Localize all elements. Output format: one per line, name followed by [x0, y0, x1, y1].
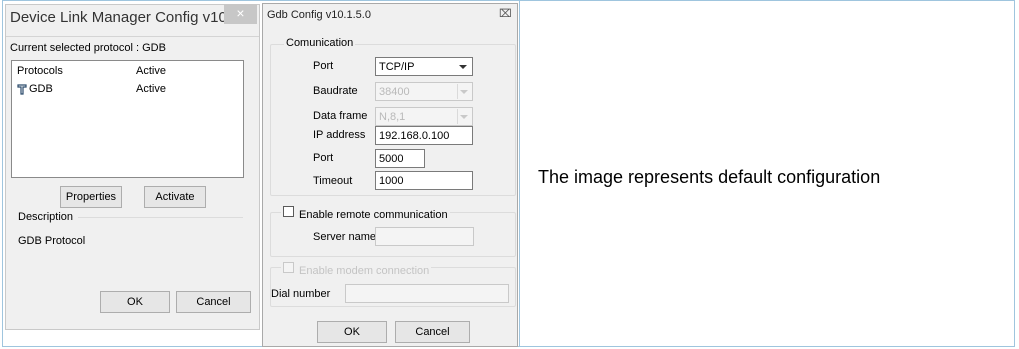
baudrate-select-value: 38400: [379, 86, 410, 98]
port-number-input[interactable]: 5000: [375, 149, 425, 168]
data-frame-select[interactable]: N,8,1: [375, 107, 473, 126]
timeout-label: Timeout: [313, 175, 353, 187]
chevron-down-icon: [460, 115, 468, 119]
dlm-title: Device Link Manager Config v10....: [10, 9, 244, 26]
gdb-close-button[interactable]: ⌧: [499, 7, 512, 20]
enable-modem-label: Enable modem connection: [299, 265, 430, 277]
properties-button[interactable]: Properties: [60, 186, 122, 208]
gdb-cancel-button[interactable]: Cancel: [395, 321, 470, 343]
timeout-input[interactable]: 1000: [375, 171, 473, 190]
port-label: Port: [313, 60, 334, 72]
data-frame-dropdown-button: [457, 109, 471, 124]
table-divider: [519, 0, 520, 347]
baudrate-dropdown-button: [457, 84, 471, 99]
activate-button[interactable]: Activate: [144, 186, 206, 208]
protocol-name: GDB: [29, 83, 53, 95]
enable-remote-label: Enable remote communication: [299, 209, 448, 221]
list-item[interactable]: GDB Active: [14, 81, 240, 97]
server-name-label: Server name: [313, 231, 376, 243]
column-header-active[interactable]: Active: [136, 65, 166, 77]
remote-checkbox-row[interactable]: Enable remote communication: [281, 205, 450, 223]
plug-icon: [16, 82, 28, 100]
gdb-window: Gdb Config v10.1.5.0 ⌧ Comunication Port…: [262, 3, 518, 347]
port-select-value: TCP/IP: [379, 61, 415, 73]
dlm-window: Device Link Manager Config v10.... × Cur…: [5, 4, 260, 330]
protocols-list[interactable]: Protocols Active GDB Active: [11, 60, 244, 178]
ip-address-input[interactable]: 192.168.0.100: [375, 126, 473, 145]
chevron-down-icon: [459, 65, 467, 69]
column-header-protocols[interactable]: Protocols: [17, 65, 63, 77]
port-select[interactable]: TCP/IP: [375, 57, 473, 76]
dial-number-input[interactable]: [345, 284, 509, 303]
description-value: GDB Protocol: [18, 235, 86, 247]
enable-modem-checkbox[interactable]: [283, 262, 294, 273]
close-icon: ×: [236, 5, 245, 21]
caption-text: The image represents default configurati…: [538, 167, 881, 187]
current-protocol-label: Current selected protocol : GDB: [10, 42, 166, 54]
port-number-label: Port: [313, 152, 334, 164]
description-divider: [78, 217, 243, 218]
data-frame-select-value: N,8,1: [379, 111, 406, 123]
enable-remote-checkbox[interactable]: [283, 206, 294, 217]
communication-group-title: Comunication: [284, 37, 356, 49]
chevron-down-icon: [460, 90, 468, 94]
server-name-input[interactable]: [375, 227, 474, 246]
dlm-close-button[interactable]: ×: [224, 4, 257, 24]
ip-address-label: IP address: [313, 129, 366, 141]
description-label: Description: [18, 211, 74, 223]
baudrate-label: Baudrate: [313, 85, 358, 97]
modem-checkbox-row[interactable]: Enable modem connection: [281, 261, 432, 279]
protocol-status: Active: [136, 83, 166, 95]
dlm-title-separator: [6, 36, 259, 37]
baudrate-select[interactable]: 38400: [375, 82, 473, 101]
dlm-ok-button[interactable]: OK: [100, 291, 170, 313]
data-frame-label: Data frame: [313, 110, 368, 122]
close-icon: ⌧: [499, 8, 512, 20]
gdb-ok-button[interactable]: OK: [317, 321, 387, 343]
gdb-title: Gdb Config v10.1.5.0: [267, 9, 371, 21]
dial-number-label: Dial number: [271, 288, 331, 300]
dlm-cancel-button[interactable]: Cancel: [176, 291, 251, 313]
